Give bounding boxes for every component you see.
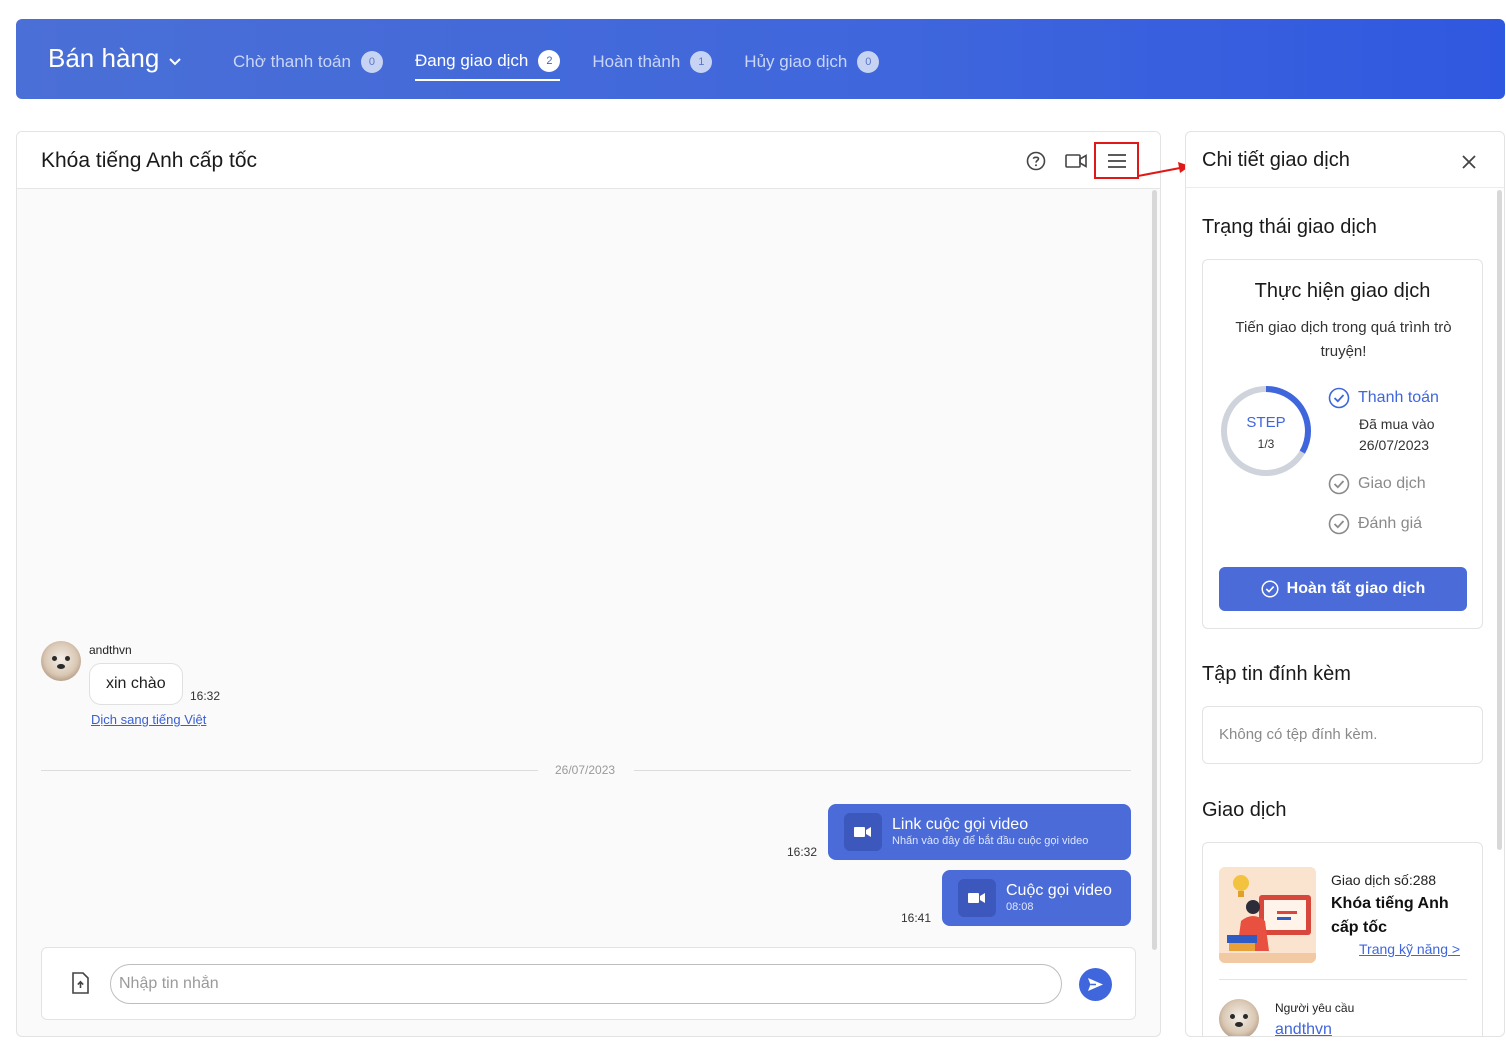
detail-title: Chi tiết giao dịch <box>1202 149 1350 171</box>
divider <box>634 770 1131 771</box>
attachments-card: Không có tệp đính kèm. <box>1202 706 1483 764</box>
divider <box>41 770 538 771</box>
message-time: 16:32 <box>787 845 818 859</box>
step-value: 1/3 <box>1257 437 1275 451</box>
requester-name-link[interactable]: andthvn <box>1275 1021 1332 1036</box>
chat-title: Khóa tiếng Anh cấp tốc <box>41 149 257 172</box>
video-link-message[interactable]: Link cuộc gọi video Nhấn vào đây để bắt … <box>828 804 1131 860</box>
message-subtitle: Nhấn vào đây để bắt đầu cuộc gọi video <box>892 835 1089 847</box>
complete-transaction-button[interactable]: Hoàn tất giao dịch <box>1219 567 1467 611</box>
tab-label: Hủy giao dịch <box>744 52 848 71</box>
course-thumbnail[interactable] <box>1219 867 1316 963</box>
step-transaction: Giao dịch <box>1328 473 1426 495</box>
video-call-message[interactable]: Cuộc gọi video 08:08 <box>942 870 1131 926</box>
section-title: Tập tin đính kèm <box>1202 663 1351 685</box>
tab-label: Chờ thanh toán <box>233 52 351 71</box>
step-progress-ring <box>1221 386 1311 476</box>
status-card-title: Thực hiện giao dịch <box>1254 280 1431 302</box>
sender-name: andthvn <box>89 643 132 657</box>
date-label: 26/07/2023 <box>555 763 616 777</box>
step-payment: Thanh toán <box>1328 387 1439 409</box>
no-attachments-text: Không có tệp đính kèm. <box>1219 726 1378 743</box>
date-separator: 26/07/2023 <box>41 762 1131 778</box>
tab-cancelled[interactable]: Hủy giao dịch 0 <box>744 47 880 77</box>
step-review: Đánh giá <box>1328 513 1422 535</box>
top-nav-bar: Bán hàng Chờ thanh toán 0 Đang giao dịch… <box>16 19 1505 99</box>
close-button[interactable] <box>1456 149 1482 175</box>
count-badge: 0 <box>360 51 383 73</box>
help-icon[interactable] <box>1023 148 1049 174</box>
transaction-card: Giao dịch số:288 Khóa tiếng Anh cấp tốc … <box>1202 842 1483 1036</box>
video-call-icon[interactable] <box>1063 148 1089 174</box>
menu-highlight-box <box>1094 142 1139 179</box>
close-icon <box>1462 155 1476 169</box>
message-time: 16:32 <box>190 689 221 703</box>
step-title: Giao dịch <box>1358 475 1426 492</box>
chat-panel: Khóa tiếng Anh cấp tốc andthvn xin chào … <box>16 131 1161 1037</box>
tab-label: Đang giao dịch <box>414 51 529 70</box>
send-button[interactable] <box>1079 968 1112 1001</box>
count-badge: 0 <box>857 51 880 73</box>
button-label: Hoàn tất giao dịch <box>1286 580 1426 597</box>
message-title: Cuộc gọi video <box>1006 882 1112 899</box>
transaction-detail-panel: Chi tiết giao dịch Trạng thái giao dịch … <box>1185 131 1505 1037</box>
chat-scrollbar[interactable] <box>1152 190 1157 950</box>
tab-pending-payment[interactable]: Chờ thanh toán 0 <box>233 47 383 77</box>
detail-header: Chi tiết giao dịch <box>1186 132 1504 188</box>
send-icon <box>1088 978 1103 991</box>
check-circle-icon <box>1261 580 1279 598</box>
incoming-message: andthvn xin chào 16:32 Dịch sang tiếng V… <box>41 641 220 727</box>
avatar[interactable] <box>1219 999 1259 1036</box>
attach-file-icon[interactable] <box>70 972 94 996</box>
status-card-subtitle: Tiến giao dịch trong quá trình trò truyệ… <box>1235 319 1452 360</box>
tab-in-progress[interactable]: Đang giao dịch 2 <box>414 47 561 81</box>
check-circle-icon <box>1328 473 1350 495</box>
count-badge: 2 <box>538 50 561 72</box>
call-duration: 08:08 <box>1006 901 1034 913</box>
section-title: Trạng thái giao dịch <box>1202 216 1377 238</box>
tab-label: Hoàn thành <box>592 52 681 71</box>
section-title: Giao dịch <box>1202 799 1287 821</box>
message-title: Link cuộc gọi video <box>892 816 1029 833</box>
step-title: Thanh toán <box>1358 389 1439 406</box>
avatar[interactable] <box>41 641 81 681</box>
check-circle-icon <box>1328 513 1350 535</box>
brand-label: Bán hàng <box>48 43 160 73</box>
translate-link[interactable]: Dịch sang tiếng Việt <box>91 712 206 727</box>
step-title: Đánh giá <box>1358 515 1423 532</box>
count-badge: 1 <box>690 51 713 73</box>
brand-dropdown[interactable]: Bán hàng <box>48 43 182 74</box>
message-input[interactable] <box>110 964 1062 1004</box>
chevron-down-icon <box>169 53 182 69</box>
check-circle-icon <box>1328 387 1350 409</box>
annotation-arrow <box>1137 162 1190 177</box>
status-card: Thực hiện giao dịch Tiến giao dịch trong… <box>1202 259 1483 629</box>
requester-label: Người yêu cầu <box>1275 1001 1355 1015</box>
video-camera-icon <box>958 879 996 917</box>
step-note: Đã mua vào 26/07/2023 <box>1359 416 1435 453</box>
video-camera-icon <box>844 813 882 851</box>
status-tabs: Chờ thanh toán 0 Đang giao dịch 2 Hoàn t… <box>233 47 880 81</box>
transaction-name: Khóa tiếng Anh cấp tốc <box>1331 895 1449 936</box>
chat-header: Khóa tiếng Anh cấp tốc <box>17 132 1160 189</box>
message-composer <box>41 947 1136 1020</box>
tab-completed[interactable]: Hoàn thành 1 <box>592 47 713 77</box>
step-label: STEP <box>1246 414 1286 431</box>
detail-scrollbar[interactable] <box>1497 190 1502 850</box>
transaction-number: Giao dịch số:288 <box>1331 872 1437 888</box>
skill-page-link[interactable]: Trang kỹ năng > <box>1359 941 1460 957</box>
message-time: 16:41 <box>901 911 932 925</box>
message-bubble: xin chào <box>89 663 183 705</box>
divider <box>1219 979 1467 980</box>
